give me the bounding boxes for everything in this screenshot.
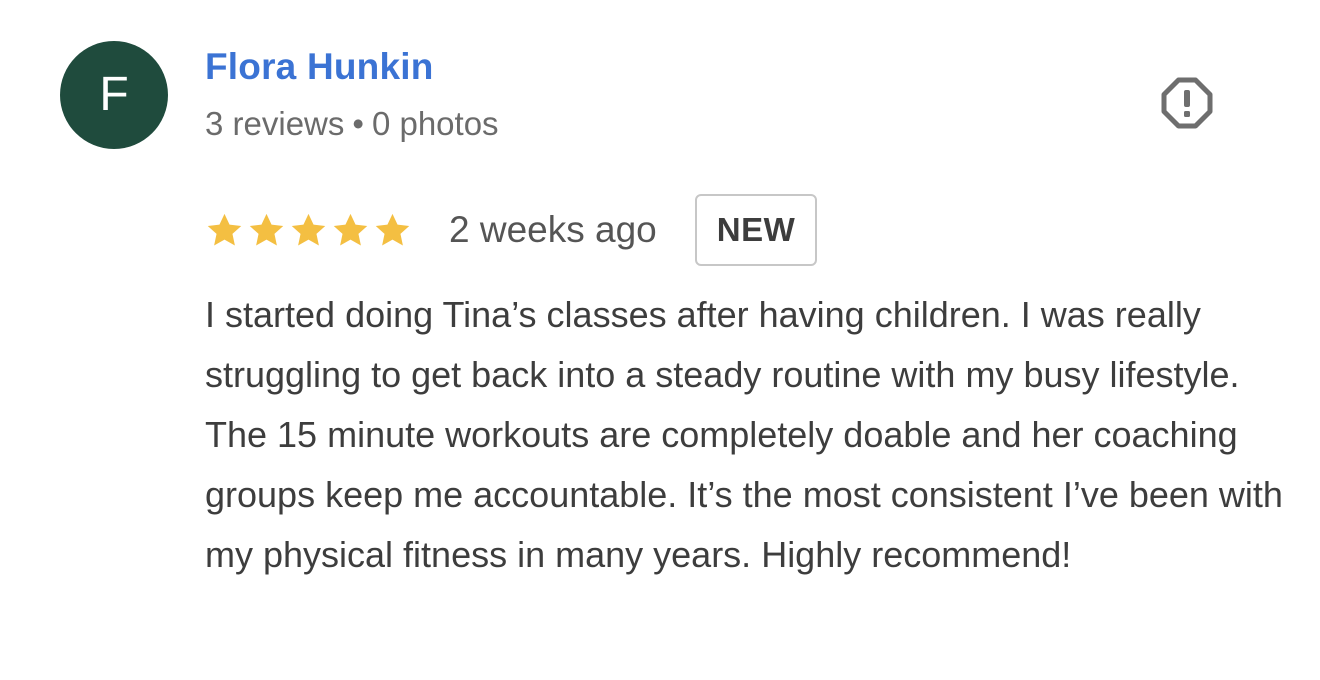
report-flag-icon bbox=[1161, 77, 1213, 129]
star-icon bbox=[375, 213, 410, 245]
photos-count: 0 photos bbox=[371, 105, 499, 142]
rating-row: 2 weeks ago NEW bbox=[205, 194, 818, 266]
meta-separator: • bbox=[352, 105, 364, 142]
reviewer-name[interactable]: Flora Hunkin bbox=[205, 46, 434, 88]
avatar[interactable]: F bbox=[60, 41, 168, 149]
new-badge: NEW bbox=[694, 194, 818, 266]
review-time: 2 weeks ago bbox=[449, 209, 657, 250]
report-review-button[interactable] bbox=[1157, 73, 1217, 133]
star-icon bbox=[207, 213, 242, 245]
star-icon bbox=[249, 213, 284, 245]
star-icon bbox=[291, 213, 326, 245]
star-icon bbox=[333, 213, 368, 245]
reviews-count: 3 reviews bbox=[205, 105, 345, 142]
star-rating bbox=[205, 211, 412, 250]
review-text: I started doing Tina’s classes after hav… bbox=[205, 294, 1283, 575]
avatar-letter: F bbox=[99, 68, 129, 121]
reviewer-meta: 3 reviews • 0 photos bbox=[205, 105, 499, 143]
